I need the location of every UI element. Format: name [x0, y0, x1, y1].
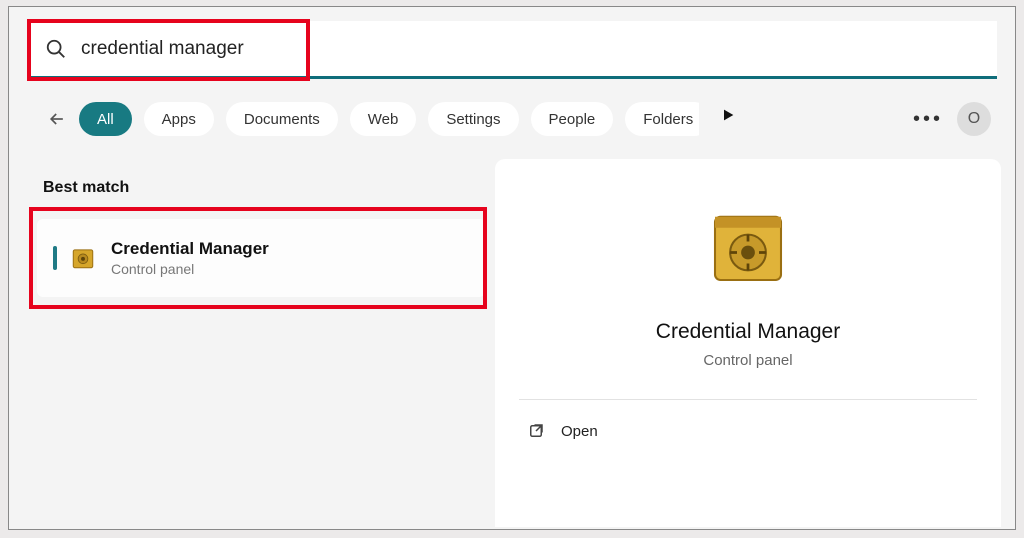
- back-button[interactable]: [47, 102, 67, 136]
- open-label: Open: [561, 423, 598, 440]
- user-avatar[interactable]: O: [957, 102, 991, 136]
- filter-pill-folders[interactable]: Folders: [625, 102, 699, 136]
- preview-subtitle: Control panel: [495, 352, 1001, 369]
- more-options-button[interactable]: •••: [913, 108, 943, 131]
- selection-indicator: [53, 246, 57, 270]
- result-subtitle: Control panel: [111, 261, 269, 277]
- arrow-left-icon: [47, 109, 67, 129]
- best-match-heading: Best match: [43, 179, 129, 197]
- search-result-credential-manager[interactable]: Credential Manager Control panel: [37, 219, 485, 297]
- filter-pill-web[interactable]: Web: [350, 102, 417, 136]
- filter-pill-documents[interactable]: Documents: [226, 102, 338, 136]
- safe-icon: [69, 244, 97, 272]
- preview-pane: Credential Manager Control panel Open: [495, 159, 1001, 527]
- filter-pill-apps[interactable]: Apps: [144, 102, 214, 136]
- open-action[interactable]: Open: [495, 400, 1001, 462]
- search-bar[interactable]: [29, 21, 997, 79]
- search-icon: [45, 38, 67, 60]
- filter-pill-all[interactable]: All: [79, 102, 132, 136]
- result-title: Credential Manager: [111, 239, 269, 259]
- open-external-icon: [527, 422, 545, 440]
- preview-app-icon: [495, 203, 1001, 296]
- preview-title: Credential Manager: [495, 320, 1001, 344]
- search-input[interactable]: [81, 38, 997, 60]
- more-filters-button[interactable]: [717, 104, 739, 126]
- filter-pill-people[interactable]: People: [531, 102, 614, 136]
- play-icon: [720, 107, 736, 123]
- filter-pill-settings[interactable]: Settings: [428, 102, 518, 136]
